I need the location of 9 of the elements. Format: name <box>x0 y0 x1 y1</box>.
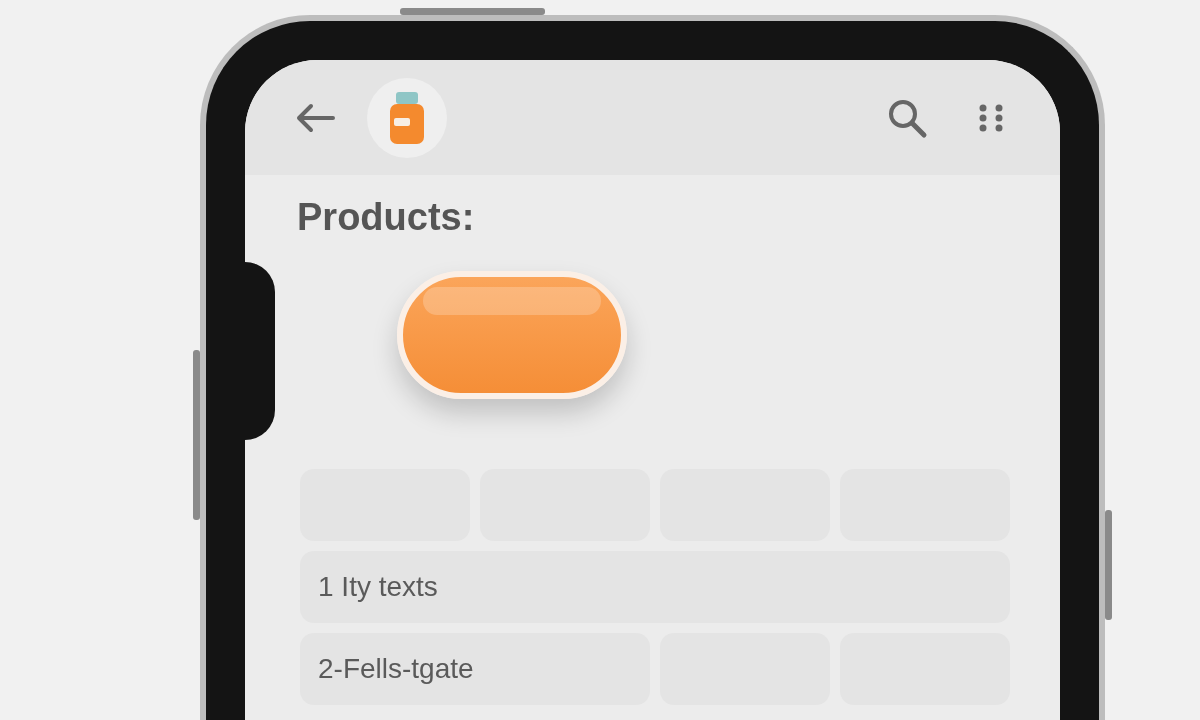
list-item: 2-Fells-tgate <box>300 633 650 705</box>
back-arrow-icon <box>295 102 335 133</box>
jar-icon <box>387 89 427 146</box>
dots-icon <box>978 103 1004 132</box>
list-item: 1 Ity texts <box>300 551 1010 623</box>
side-button[interactable] <box>1105 510 1112 620</box>
page-title: Products: <box>297 195 476 239</box>
more-button[interactable] <box>978 103 1004 132</box>
back-button[interactable] <box>295 102 335 133</box>
